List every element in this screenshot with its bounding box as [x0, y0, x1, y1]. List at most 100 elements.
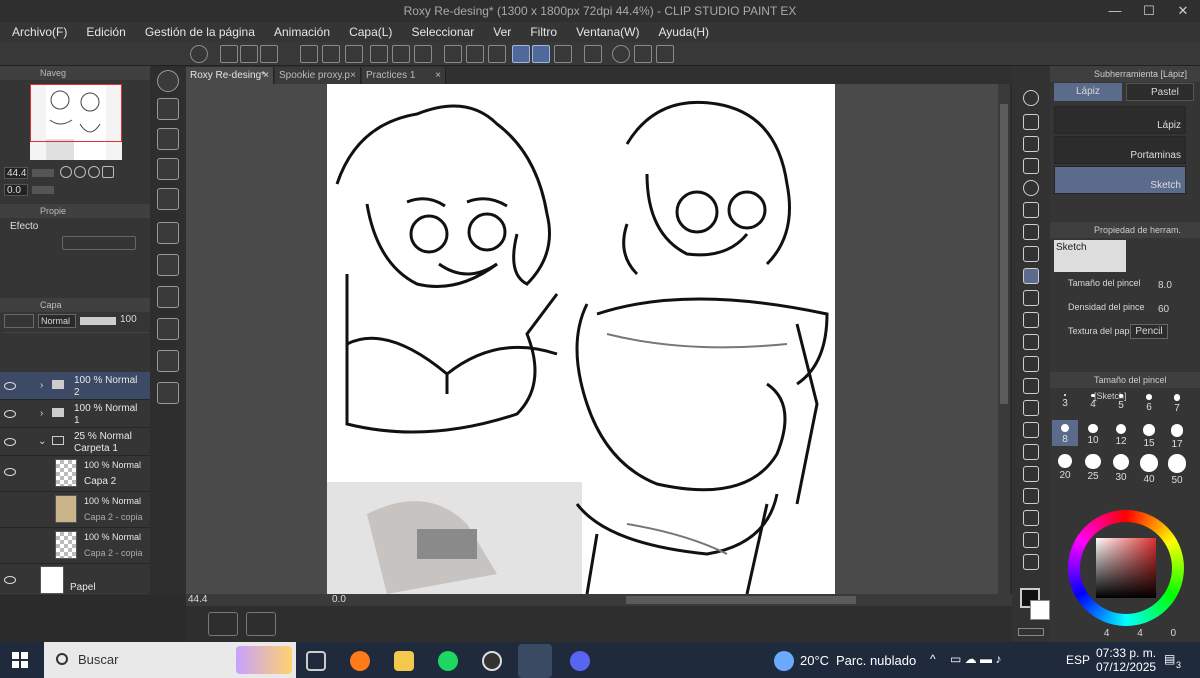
- pencil-tool-icon[interactable]: [1023, 268, 1039, 284]
- brush-size-option[interactable]: 20: [1052, 450, 1078, 481]
- eye-icon[interactable]: [4, 438, 16, 446]
- density-value[interactable]: 60: [1158, 304, 1169, 315]
- clip-studio-taskbar-icon[interactable]: [518, 644, 552, 678]
- brush-size-option[interactable]: 12: [1108, 420, 1134, 447]
- tab-navigator[interactable]: Naveg: [40, 68, 66, 78]
- close-button[interactable]: ✕: [1166, 0, 1200, 22]
- close-icon[interactable]: ×: [350, 67, 356, 84]
- brush-size-option[interactable]: 40: [1136, 450, 1162, 485]
- zoom-tool-icon[interactable]: [1023, 90, 1039, 106]
- eraser-icon[interactable]: [1023, 356, 1039, 372]
- fit-icon[interactable]: [88, 166, 100, 178]
- menu-animacion[interactable]: Animación: [266, 22, 338, 42]
- obs-icon[interactable]: [482, 651, 502, 671]
- brush-lapiz[interactable]: Lápiz: [1054, 106, 1186, 134]
- layer-icon-row-2[interactable]: [4, 352, 148, 366]
- redo-icon[interactable]: [322, 45, 340, 63]
- ruler-icon[interactable]: [1023, 488, 1039, 504]
- save-icon[interactable]: [260, 45, 278, 63]
- quick-access-icon[interactable]: [157, 318, 179, 340]
- brush-size-value[interactable]: 8.0: [1158, 280, 1172, 291]
- tab-pastel[interactable]: Pastel: [1126, 83, 1194, 101]
- layer-row[interactable]: 100 % Normal Capa 2 - copia: [0, 492, 150, 528]
- brush-size-option[interactable]: 6: [1136, 390, 1162, 416]
- clip-studio-app-icon[interactable]: [584, 45, 602, 63]
- navigator-rotation-value[interactable]: 0.0: [4, 184, 28, 196]
- layer-color-select[interactable]: [4, 314, 34, 328]
- menu-archivo[interactable]: Archivo(F): [0, 22, 75, 42]
- menu-seleccionar[interactable]: Seleccionar: [404, 22, 483, 42]
- sub-view-icon[interactable]: [157, 128, 179, 150]
- brush-size-option[interactable]: 8: [1052, 420, 1078, 446]
- layer-row[interactable]: 100 % Normal Capa 2: [0, 456, 150, 492]
- brush-size-option[interactable]: 17: [1164, 420, 1190, 450]
- clear-icon[interactable]: [345, 45, 363, 63]
- decoration-icon[interactable]: [1023, 334, 1039, 350]
- file-explorer-icon[interactable]: [394, 651, 414, 671]
- deselect-icon[interactable]: [444, 45, 462, 63]
- spotify-icon[interactable]: [438, 651, 458, 671]
- airbrush-icon[interactable]: [1023, 312, 1039, 328]
- brush-size-option[interactable]: 4: [1080, 390, 1106, 416]
- snap-special-ruler-icon[interactable]: [532, 45, 550, 63]
- show-selection-icon[interactable]: [488, 45, 506, 63]
- selection-tool-icon[interactable]: [1023, 180, 1039, 196]
- brush-size-option[interactable]: 5: [1108, 390, 1134, 416]
- actual-size-icon[interactable]: [102, 166, 114, 178]
- pen-tool-icon[interactable]: [1023, 246, 1039, 262]
- gradient-icon[interactable]: [1023, 422, 1039, 438]
- clock-time[interactable]: 07:33 p. m.: [1096, 646, 1156, 660]
- invert-selection-icon[interactable]: [466, 45, 484, 63]
- lasso-tool-icon[interactable]: [1023, 114, 1039, 130]
- zoom-out-icon[interactable]: [60, 166, 72, 178]
- saturation-square[interactable]: [1096, 538, 1156, 598]
- magic-wand-icon[interactable]: [1023, 202, 1039, 218]
- search-layer-icon[interactable]: [157, 350, 179, 372]
- notification-icon[interactable]: ▤: [1164, 652, 1175, 666]
- snap-grid-icon[interactable]: [554, 45, 572, 63]
- navigator-icon[interactable]: [157, 70, 179, 92]
- undo-icon[interactable]: [300, 45, 318, 63]
- chevron-up-icon[interactable]: ^: [930, 652, 936, 666]
- fill-icon[interactable]: [370, 45, 388, 63]
- download-icon[interactable]: [157, 188, 179, 210]
- history-icon[interactable]: [157, 222, 179, 244]
- brush-portaminas[interactable]: Portaminas: [1054, 136, 1186, 164]
- menu-gestion-pagina[interactable]: Gestión de la página: [137, 22, 263, 42]
- text-tool-icon[interactable]: [1023, 510, 1039, 526]
- brush-size-option[interactable]: 50: [1164, 450, 1190, 486]
- horizontal-scrollbar[interactable]: [626, 596, 856, 604]
- eye-icon[interactable]: [4, 382, 16, 390]
- open-file-icon[interactable]: [240, 45, 258, 63]
- layer-icon-row-1[interactable]: [4, 332, 148, 344]
- canvas-rotation[interactable]: 0.0: [332, 594, 346, 605]
- auto-action-icon[interactable]: [157, 254, 179, 276]
- correct-line-icon[interactable]: [1023, 554, 1039, 570]
- navigator-zoom-value[interactable]: 44.4: [4, 167, 28, 179]
- tab-properties[interactable]: Propie: [40, 206, 66, 216]
- clip-studio-icon[interactable]: [190, 45, 208, 63]
- layer-row[interactable]: Papel: [0, 564, 150, 596]
- eyedropper-icon[interactable]: [1023, 224, 1039, 240]
- zoom-in-icon[interactable]: [74, 166, 86, 178]
- chevron-down-icon[interactable]: ⌄: [38, 436, 46, 447]
- preview-toggle-icon[interactable]: [246, 612, 276, 636]
- clock-date[interactable]: 07/12/2025: [1096, 660, 1156, 674]
- info-icon[interactable]: [157, 158, 179, 180]
- layer-row[interactable]: › 100 % Normal 1: [0, 400, 150, 428]
- material-icon[interactable]: [157, 98, 179, 120]
- brush-size-option[interactable]: 15: [1136, 420, 1162, 449]
- search-highlight-icon[interactable]: [236, 646, 292, 674]
- timeline-icon[interactable]: [157, 382, 179, 404]
- tab-pencil[interactable]: Lápiz: [1054, 83, 1122, 101]
- tray-icons[interactable]: ▭ ☁ ▬ ♪: [950, 652, 1001, 666]
- close-icon[interactable]: ×: [435, 67, 441, 84]
- language-indicator[interactable]: ESP: [1066, 653, 1090, 667]
- brush-size-option[interactable]: 10: [1080, 420, 1106, 446]
- figure-icon[interactable]: [1023, 444, 1039, 460]
- scroll-thumb[interactable]: [1000, 104, 1008, 404]
- rotation-slider[interactable]: [32, 186, 54, 194]
- fill-tool-icon[interactable]: [1023, 400, 1039, 416]
- windows-start-icon[interactable]: [12, 652, 28, 668]
- task-view-icon[interactable]: [306, 651, 326, 671]
